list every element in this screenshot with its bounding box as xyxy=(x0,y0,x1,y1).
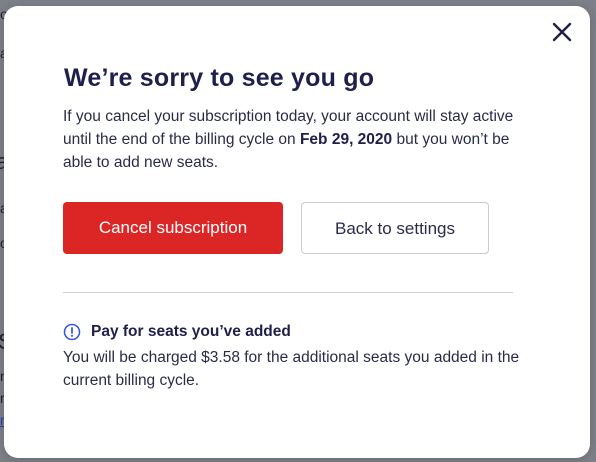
divider xyxy=(63,292,513,293)
info-icon xyxy=(63,323,81,341)
cancel-subscription-button[interactable]: Cancel subscription xyxy=(63,202,283,254)
modal-description: If you cancel your subscription today, y… xyxy=(63,105,523,174)
notice-title: Pay for seats you’ve added xyxy=(91,323,291,340)
back-to-settings-button[interactable]: Back to settings xyxy=(301,202,489,254)
billing-cycle-date: Feb 29, 2020 xyxy=(299,131,393,148)
notice-body: You will be charged $3.58 for the additi… xyxy=(63,349,520,389)
close-button[interactable] xyxy=(550,20,574,44)
modal-title: We’re sorry to see you go xyxy=(64,64,375,92)
cancel-subscription-modal: We’re sorry to see you go If you cancel … xyxy=(4,6,590,458)
close-icon xyxy=(552,22,572,42)
